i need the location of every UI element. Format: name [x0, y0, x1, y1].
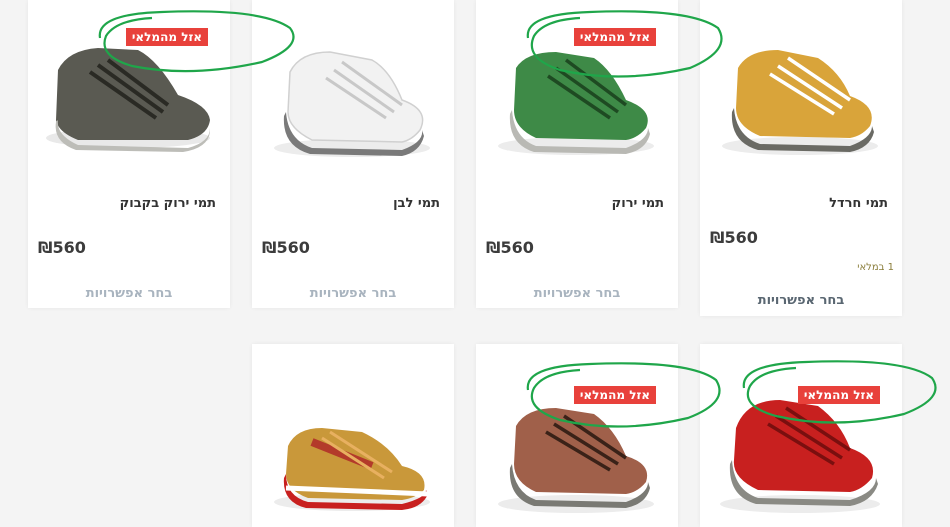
product-card[interactable]: אזל מהמלאי	[476, 344, 678, 527]
product-name[interactable]: תמי ירוק בקבוק	[120, 196, 216, 211]
choose-options-button[interactable]: בחר אפשרויות	[700, 293, 902, 308]
choose-options-button[interactable]: בחר אפשרויות	[476, 286, 678, 301]
choose-options-button[interactable]: בחר אפשרויות	[252, 286, 454, 301]
product-image[interactable]	[476, 344, 678, 524]
out-of-stock-badge: אזל מהמלאי	[797, 386, 880, 404]
out-of-stock-badge: אזל מהמלאי	[573, 386, 656, 404]
product-name[interactable]: תמי ירוק	[612, 196, 664, 211]
product-price: ₪560	[486, 238, 534, 257]
product-name[interactable]: תמי חרדל	[829, 196, 888, 211]
product-card[interactable]: תמי חרדל ₪560 1 במלאי בחר אפשרויות	[700, 0, 902, 316]
product-card[interactable]: אזל מהמלאי תמי ירוק בקבוק ₪560 בחר אפשרו…	[28, 0, 230, 308]
product-image[interactable]	[252, 344, 454, 524]
product-price: ₪560	[710, 228, 758, 247]
product-card[interactable]: תמי לבן ₪560 בחר אפשרויות	[252, 0, 454, 308]
product-image[interactable]	[28, 0, 230, 180]
out-of-stock-badge: אזל מהמלאי	[125, 28, 208, 46]
product-image[interactable]	[476, 0, 678, 180]
product-image[interactable]	[700, 344, 902, 524]
product-image[interactable]	[700, 0, 902, 180]
product-card[interactable]	[252, 344, 454, 527]
product-card[interactable]: אזל מהמלאי	[700, 344, 902, 527]
out-of-stock-badge: אזל מהמלאי	[573, 28, 656, 46]
product-price: ₪560	[262, 238, 310, 257]
product-price: ₪560	[38, 238, 86, 257]
stock-status: 1 במלאי	[857, 262, 894, 273]
product-image[interactable]	[252, 0, 454, 180]
product-name[interactable]: תמי לבן	[393, 196, 440, 211]
choose-options-button[interactable]: בחר אפשרויות	[28, 286, 230, 301]
product-card[interactable]: אזל מהמלאי תמי ירוק ₪560 בחר אפשרויות	[476, 0, 678, 308]
